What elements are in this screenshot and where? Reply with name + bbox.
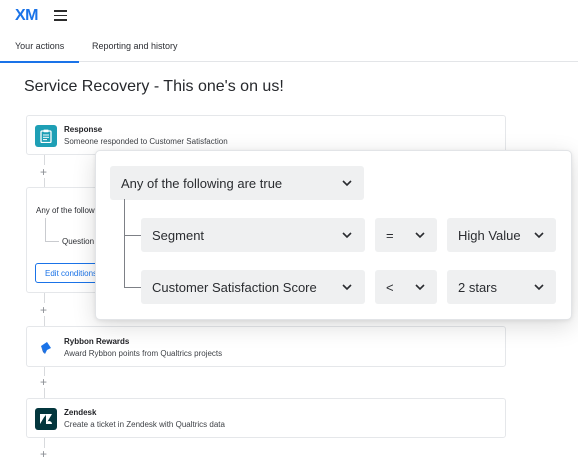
edit-conditions-button[interactable]: Edit conditions — [35, 263, 99, 283]
tab-reporting-and-history[interactable]: Reporting and history — [92, 41, 178, 51]
add-step-icon[interactable]: + — [40, 376, 47, 388]
chevron-down-icon — [534, 232, 544, 239]
rybbon-icon — [35, 337, 57, 359]
operator-dropdown-less-than[interactable]: < — [375, 270, 437, 304]
zendesk-icon — [35, 408, 57, 430]
clipboard-icon — [35, 125, 57, 147]
connector-line — [44, 388, 45, 398]
add-step-icon[interactable]: + — [40, 304, 47, 316]
tree-line — [45, 218, 46, 242]
connector-line — [44, 178, 45, 187]
rybbon-title: Rybbon Rewards — [64, 337, 130, 346]
logic-dropdown[interactable]: Any of the following are true — [110, 166, 364, 200]
response-card[interactable]: Response Someone responded to Customer S… — [26, 115, 506, 155]
condition-text: Any of the following are true — [36, 206, 99, 215]
response-subtitle: Someone responded to Customer Satisfacti… — [64, 137, 228, 146]
tree-line — [124, 287, 141, 288]
connector-line — [44, 155, 45, 165]
value-dropdown-2-stars[interactable]: 2 stars — [447, 270, 556, 304]
field-dropdown-csat-score[interactable]: Customer Satisfaction Score — [141, 270, 365, 304]
add-step-icon[interactable]: + — [40, 448, 47, 460]
zendesk-title: Zendesk — [64, 408, 97, 417]
chevron-down-icon — [534, 284, 544, 291]
xm-logo[interactable]: XM — [15, 7, 39, 25]
operator-label: < — [386, 280, 394, 295]
page-title: Service Recovery - This one's on us! — [24, 78, 284, 95]
chevron-down-icon — [342, 232, 352, 239]
tab-your-actions[interactable]: Your actions — [0, 41, 80, 63]
connector-line — [44, 293, 45, 303]
value-label: High Value — [458, 228, 521, 243]
chevron-down-icon — [415, 232, 425, 239]
add-step-icon[interactable]: + — [40, 166, 47, 178]
field-label: Customer Satisfaction Score — [152, 280, 317, 295]
tree-line — [45, 241, 59, 242]
operator-label: = — [386, 228, 394, 243]
rybbon-subtitle: Award Rybbon points from Qualtrics proje… — [64, 349, 223, 358]
operator-dropdown-equals[interactable]: = — [375, 218, 437, 252]
field-dropdown-segment[interactable]: Segment — [141, 218, 365, 252]
rybbon-card[interactable]: Rybbon Rewards Award Rybbon points from … — [26, 326, 506, 367]
value-dropdown-high-value[interactable]: High Value — [447, 218, 556, 252]
field-label: Segment — [152, 228, 205, 243]
zendesk-card[interactable]: Zendesk Create a ticket in Zendesk with … — [26, 398, 506, 438]
zendesk-subtitle: Create a ticket in Zendesk with Qualtric… — [64, 420, 225, 429]
condition-card[interactable]: Any of the following are true Question E… — [26, 187, 100, 293]
chevron-down-icon — [342, 284, 352, 291]
logic-dropdown-label: Any of the following are true — [121, 176, 283, 191]
tree-line — [124, 235, 141, 236]
value-label: 2 stars — [458, 280, 498, 295]
menu-icon[interactable] — [54, 10, 68, 21]
chevron-down-icon — [342, 180, 352, 187]
top-bar: XM — [0, 0, 578, 32]
response-title: Response — [64, 125, 103, 134]
tab-bar: Your actions Reporting and history — [0, 32, 578, 63]
condition-sub: Question — [62, 237, 95, 246]
chevron-down-icon — [415, 284, 425, 291]
connector-line — [44, 316, 45, 326]
tree-line — [124, 199, 125, 288]
